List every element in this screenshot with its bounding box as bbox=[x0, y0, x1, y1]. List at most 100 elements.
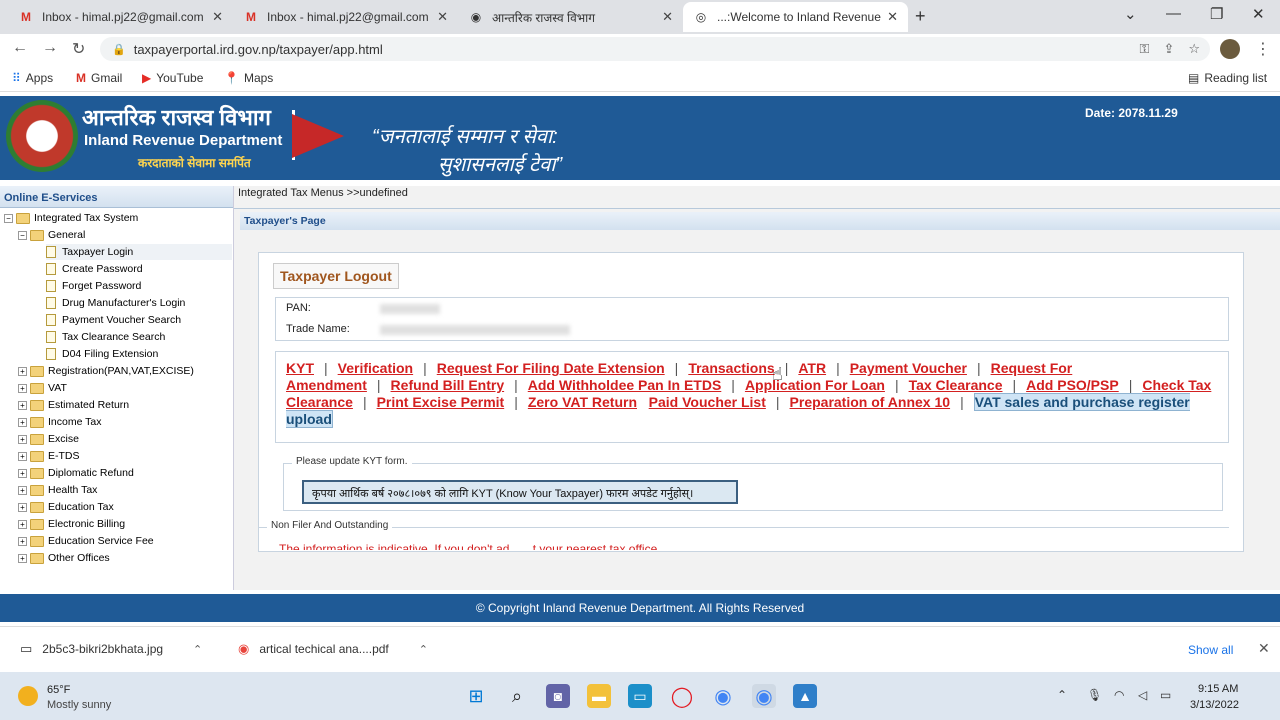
expand-icon[interactable]: + bbox=[18, 451, 27, 461]
download-item-pdf[interactable]: ◉ artical techical ana....pdf ⌃ bbox=[238, 641, 428, 657]
tree-registration[interactable]: + Registration(PAN,VAT,EXCISE) bbox=[18, 363, 194, 379]
tree-item-tax-clearance-search[interactable]: Tax Clearance Search bbox=[46, 329, 165, 345]
photos-icon[interactable]: ▲ bbox=[793, 684, 817, 708]
close-tab-icon[interactable]: ✕ bbox=[212, 9, 223, 25]
close-tab-icon[interactable]: ✕ bbox=[887, 9, 898, 25]
chevron-up-icon[interactable]: ⌃ bbox=[419, 643, 428, 656]
tree-item-create-password[interactable]: Create Password bbox=[46, 261, 143, 277]
star-icon[interactable]: ☆ bbox=[1188, 41, 1200, 57]
share-icon[interactable]: ⇪ bbox=[1163, 41, 1174, 57]
link-kyt[interactable]: KYT bbox=[286, 360, 314, 376]
restore-icon[interactable]: ❐ bbox=[1210, 5, 1223, 23]
tree-estimated-return[interactable]: + Estimated Return bbox=[18, 397, 129, 413]
link-transactions[interactable]: Transactions bbox=[688, 360, 774, 376]
bookmark-youtube[interactable]: ▶ YouTube bbox=[142, 71, 203, 85]
tree-education-tax[interactable]: + Education Tax bbox=[18, 499, 114, 515]
chrome-active-icon[interactable]: ◉ bbox=[752, 684, 776, 708]
collapse-icon[interactable]: − bbox=[4, 213, 13, 223]
volume-icon[interactable]: ◁ bbox=[1138, 688, 1147, 702]
bookmark-gmail[interactable]: M Gmail bbox=[76, 71, 122, 85]
taxpayer-logout-button[interactable]: Taxpayer Logout bbox=[273, 263, 399, 289]
link-payment-voucher[interactable]: Payment Voucher bbox=[850, 360, 967, 376]
back-arrow-icon[interactable]: ← bbox=[12, 39, 28, 57]
url-bar[interactable]: 🔒 taxpayerportal.ird.gov.np/taxpayer/app… bbox=[100, 37, 1210, 61]
bookmark-apps[interactable]: ⠿ Apps bbox=[12, 71, 53, 85]
link-add-pso-psp[interactable]: Add PSO/PSP bbox=[1026, 377, 1119, 393]
forward-arrow-icon[interactable]: → bbox=[42, 39, 58, 57]
link-tax-clearance[interactable]: Tax Clearance bbox=[909, 377, 1003, 393]
link-atr[interactable]: ATR bbox=[798, 360, 826, 376]
expand-icon[interactable]: + bbox=[18, 400, 27, 410]
tree-item-forget-password[interactable]: Forget Password bbox=[46, 278, 141, 294]
tree-excise[interactable]: + Excise bbox=[18, 431, 79, 447]
collapse-icon[interactable]: − bbox=[18, 230, 27, 240]
tab-ird-nepali[interactable]: ◉ आन्तरिक राजस्व विभाग ✕ bbox=[458, 2, 683, 32]
teams-chat-icon[interactable]: ◙ bbox=[546, 684, 570, 708]
link-paid-voucher-list[interactable]: Paid Voucher List bbox=[649, 394, 766, 410]
expand-icon[interactable]: + bbox=[18, 417, 27, 427]
tree-other-offices[interactable]: + Other Offices bbox=[18, 550, 110, 566]
close-downloads-icon[interactable]: ✕ bbox=[1258, 640, 1270, 657]
show-all-downloads-button[interactable]: Show all bbox=[1188, 643, 1233, 657]
tree-item-drug-manufacturer-login[interactable]: Drug Manufacturer's Login bbox=[46, 295, 185, 311]
tab-ird-welcome[interactable]: ◎ ...:Welcome to Inland Revenue De ✕ bbox=[683, 2, 908, 32]
expand-icon[interactable]: + bbox=[18, 383, 27, 393]
lock-icon[interactable]: 🔒 bbox=[112, 43, 126, 56]
link-request-filing-date-extension[interactable]: Request For Filing Date Extension bbox=[437, 360, 665, 376]
tree-income-tax[interactable]: + Income Tax bbox=[18, 414, 102, 430]
tree-general[interactable]: − General bbox=[18, 227, 85, 243]
link-preparation-of-annex-10[interactable]: Preparation of Annex 10 bbox=[790, 394, 951, 410]
tree-diplomatic-refund[interactable]: + Diplomatic Refund bbox=[18, 465, 134, 481]
opera-icon[interactable]: ◯ bbox=[670, 684, 694, 708]
link-print-excise-permit[interactable]: Print Excise Permit bbox=[377, 394, 505, 410]
clock-date[interactable]: 3/13/2022 bbox=[1190, 699, 1239, 711]
expand-icon[interactable]: + bbox=[18, 485, 27, 495]
tree-root-integrated-tax[interactable]: − Integrated Tax System bbox=[4, 210, 138, 226]
tree-item-payment-voucher-search[interactable]: Payment Voucher Search bbox=[46, 312, 181, 328]
close-tab-icon[interactable]: ✕ bbox=[662, 9, 673, 25]
reading-list[interactable]: ▤ Reading list bbox=[1188, 71, 1267, 85]
expand-icon[interactable]: + bbox=[18, 536, 27, 546]
tree-education-service-fee[interactable]: + Education Service Fee bbox=[18, 533, 154, 549]
tree-item-taxpayer-login[interactable]: Taxpayer Login bbox=[46, 244, 232, 260]
tree-health-tax[interactable]: + Health Tax bbox=[18, 482, 97, 498]
tree-electronic-billing[interactable]: + Electronic Billing bbox=[18, 516, 125, 532]
search-icon[interactable]: ⌕ bbox=[505, 684, 529, 708]
windows-start-icon[interactable]: ⊞ bbox=[464, 684, 488, 708]
minimize-icon[interactable]: — bbox=[1166, 5, 1181, 22]
file-explorer-icon[interactable]: ▬ bbox=[587, 684, 611, 708]
reload-icon[interactable]: ↻ bbox=[72, 39, 85, 59]
wifi-icon[interactable]: ◠ bbox=[1114, 688, 1124, 702]
tab-gmail-inbox-1[interactable]: M Inbox - himal.pj22@gmail.com - ✕ bbox=[8, 2, 233, 32]
expand-icon[interactable]: + bbox=[18, 553, 27, 563]
expand-icon[interactable]: + bbox=[18, 366, 27, 376]
expand-icon[interactable]: + bbox=[18, 468, 27, 478]
microphone-icon[interactable]: 🎙 bbox=[1087, 688, 1102, 702]
download-item-jpg[interactable]: ▭ 2b5c3-bikri2bkhata.jpg ⌃ bbox=[20, 641, 202, 657]
chevron-up-icon[interactable]: ⌃ bbox=[193, 643, 202, 656]
bookmark-maps[interactable]: 📍 Maps bbox=[224, 71, 273, 85]
expand-icon[interactable]: + bbox=[18, 434, 27, 444]
tree-vat[interactable]: + VAT bbox=[18, 380, 67, 396]
new-tab-icon[interactable]: + bbox=[915, 6, 926, 27]
clock-time[interactable]: 9:15 AM bbox=[1198, 683, 1238, 695]
link-application-for-loan[interactable]: Application For Loan bbox=[745, 377, 885, 393]
tab-gmail-inbox-2[interactable]: M Inbox - himal.pj22@gmail.com - ✕ bbox=[233, 2, 458, 32]
expand-icon[interactable]: + bbox=[18, 502, 27, 512]
more-menu-icon[interactable]: ⋮ bbox=[1255, 39, 1271, 59]
link-add-withholdee-pan[interactable]: Add Withholdee Pan In ETDS bbox=[528, 377, 722, 393]
battery-icon[interactable]: ▭ bbox=[1160, 688, 1171, 702]
chrome-icon[interactable]: ◉ bbox=[711, 684, 735, 708]
weather-sun-icon[interactable] bbox=[18, 686, 38, 706]
close-window-icon[interactable]: ✕ bbox=[1252, 5, 1265, 23]
profile-avatar[interactable] bbox=[1220, 39, 1240, 59]
link-refund-bill-entry[interactable]: Refund Bill Entry bbox=[391, 377, 505, 393]
link-verification[interactable]: Verification bbox=[338, 360, 413, 376]
tray-chevron-up-icon[interactable]: ⌃ bbox=[1057, 688, 1067, 702]
desktop-app-icon[interactable]: ▭ bbox=[628, 684, 652, 708]
link-zero-vat-return[interactable]: Zero VAT Return bbox=[528, 394, 637, 410]
tree-e-tds[interactable]: + E-TDS bbox=[18, 448, 80, 464]
tree-item-d04-filing-extension[interactable]: D04 Filing Extension bbox=[46, 346, 158, 362]
key-icon[interactable]: ⚿ bbox=[1140, 41, 1150, 57]
expand-icon[interactable]: + bbox=[18, 519, 27, 529]
